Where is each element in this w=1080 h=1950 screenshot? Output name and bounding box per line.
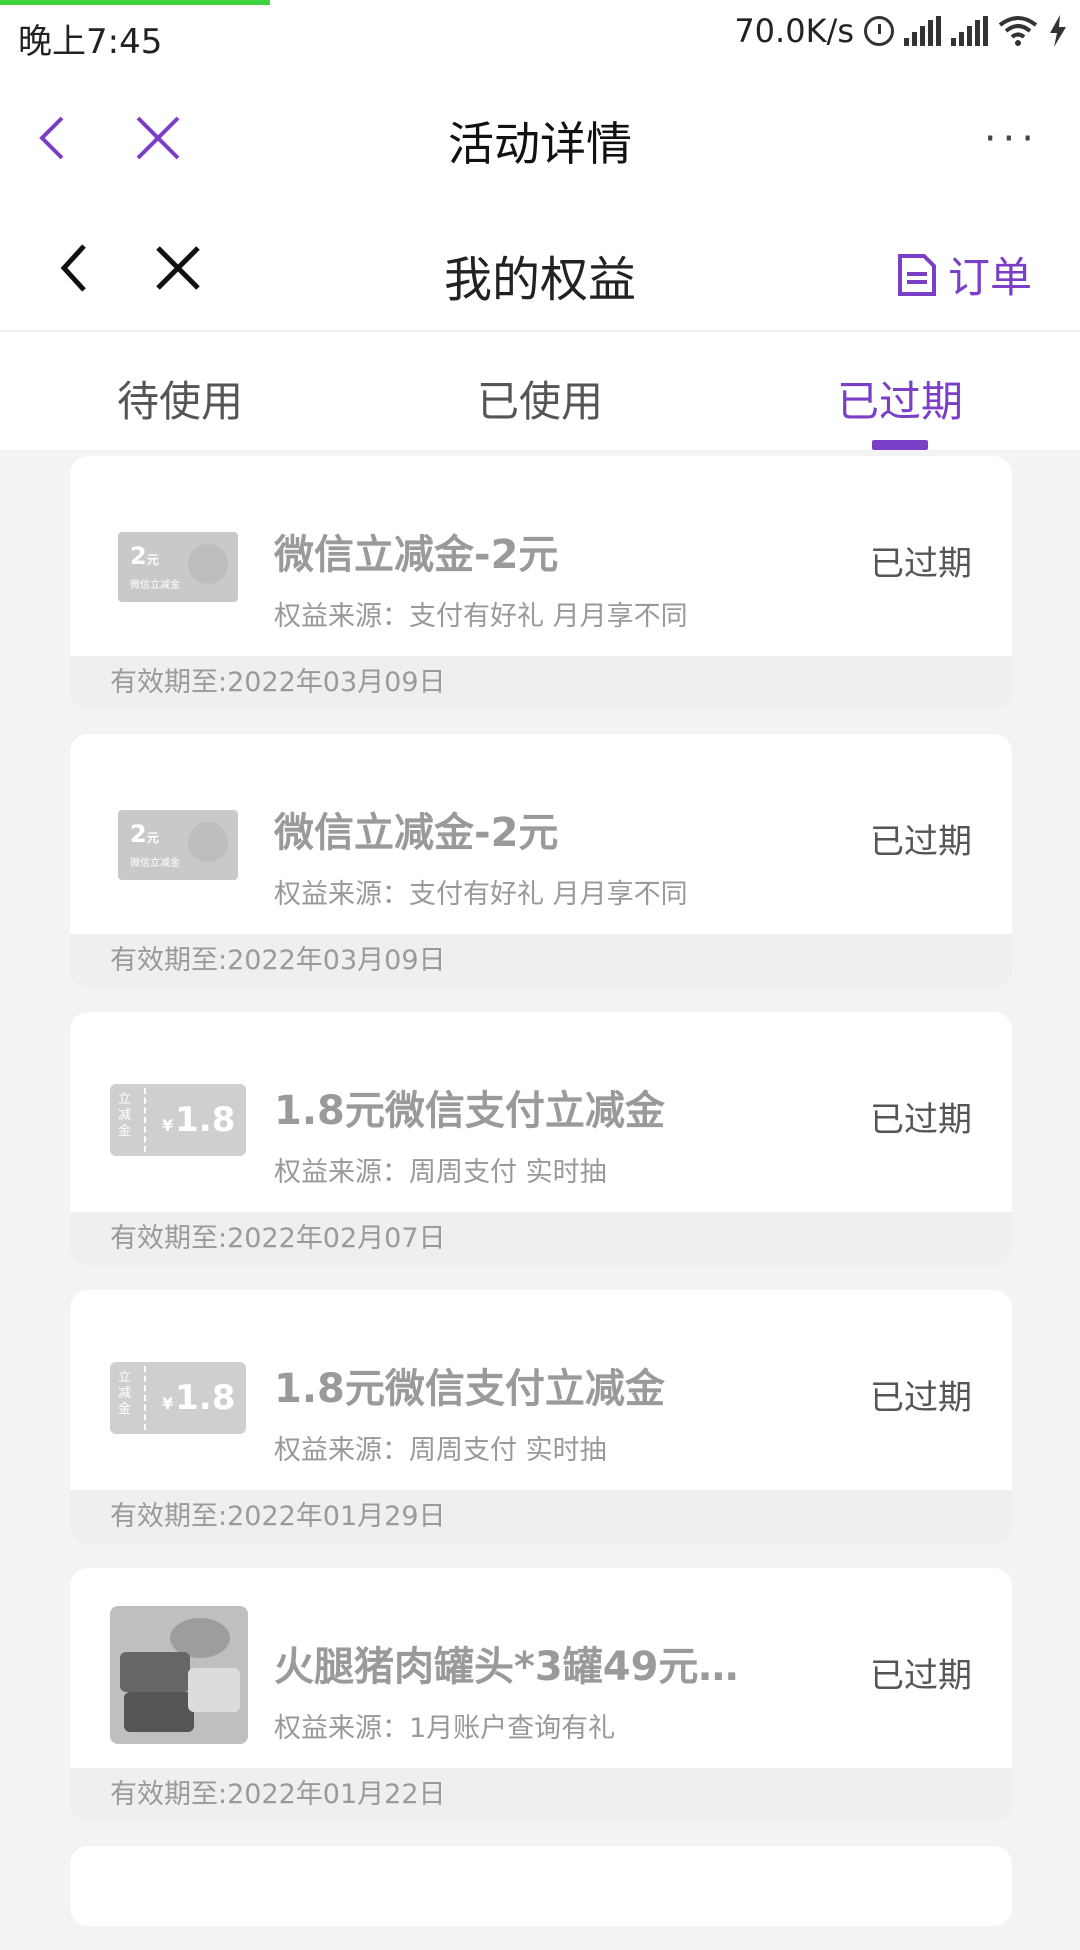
product-image xyxy=(110,1606,248,1744)
outer-page-title: 活动详情 xyxy=(448,117,632,171)
tab-bar: 待使用 已使用 已过期 xyxy=(0,332,1080,450)
status-badge: 已过期 xyxy=(870,1100,972,1140)
benefit-card[interactable]: 立减金 ¥1.8 1.8元微信支付立减金 权益来源：周周支付 实时抽 已过期 有… xyxy=(70,1012,1012,1266)
coupon-thumbnail: 2元 微信立减金 xyxy=(110,806,238,880)
status-badge: 已过期 xyxy=(870,822,972,862)
outer-nav-bar: 活动详情 ··· xyxy=(0,68,1080,204)
benefit-card[interactable] xyxy=(70,1846,1012,1926)
signal-icon xyxy=(951,16,988,46)
benefit-card[interactable]: 火腿猪肉罐头*3罐49元包… 权益来源：1月账户查询有礼 已过期 有效期至:20… xyxy=(70,1568,1012,1822)
coupon-thumbnail: 立减金 ¥1.8 xyxy=(110,1084,246,1156)
card-source: 权益来源：周周支付 实时抽 xyxy=(274,1435,607,1466)
status-badge: 已过期 xyxy=(870,1378,972,1418)
benefit-card[interactable]: 2元 微信立减金 微信立减金-2元 权益来源：支付有好礼 月月享不同 已过期 有… xyxy=(70,734,1012,988)
card-title: 微信立减金-2元 xyxy=(274,810,559,856)
benefit-list: 2元 微信立减金 微信立减金-2元 权益来源：支付有好礼 月月享不同 已过期 有… xyxy=(70,456,1012,1950)
status-badge: 已过期 xyxy=(870,544,972,584)
benefit-card[interactable]: 立减金 ¥1.8 1.8元微信支付立减金 权益来源：周周支付 实时抽 已过期 有… xyxy=(70,1290,1012,1544)
coupon-thumbnail: 立减金 ¥1.8 xyxy=(110,1362,246,1434)
card-title: 1.8元微信支付立减金 xyxy=(274,1366,665,1412)
status-icons: 70.0K/s xyxy=(734,12,1068,50)
loading-progress-bar xyxy=(0,0,270,5)
document-icon xyxy=(897,253,936,296)
network-speed: 70.0K/s xyxy=(734,12,854,50)
status-badge: 已过期 xyxy=(870,1656,972,1696)
validity-date: 有效期至:2022年02月07日 xyxy=(70,1212,1012,1266)
card-title: 1.8元微信支付立减金 xyxy=(274,1088,665,1134)
tab-used[interactable]: 已使用 xyxy=(360,332,720,450)
alarm-icon xyxy=(864,16,894,46)
validity-date: 有效期至:2022年01月22日 xyxy=(70,1768,1012,1822)
card-title: 火腿猪肉罐头*3罐49元包… xyxy=(274,1644,754,1690)
charging-icon xyxy=(1050,15,1066,47)
validity-date: 有效期至:2022年03月09日 xyxy=(70,934,1012,988)
coupon-thumbnail: 2元 微信立减金 xyxy=(110,528,238,602)
validity-date: 有效期至:2022年01月29日 xyxy=(70,1490,1012,1544)
card-source: 权益来源：周周支付 实时抽 xyxy=(274,1157,607,1188)
tab-unused[interactable]: 待使用 xyxy=(0,332,360,450)
card-source: 权益来源：支付有好礼 月月享不同 xyxy=(274,879,688,910)
card-source: 权益来源：支付有好礼 月月享不同 xyxy=(274,601,688,632)
wifi-icon xyxy=(998,16,1038,46)
status-time: 晚上7:45 xyxy=(18,22,163,62)
signal-icon xyxy=(904,16,941,46)
card-title: 微信立减金-2元 xyxy=(274,532,559,578)
orders-label: 订单 xyxy=(947,253,1032,302)
orders-button[interactable]: 订单 xyxy=(896,244,1032,305)
validity-date: 有效期至:2022年03月09日 xyxy=(70,656,1012,710)
status-bar: 晚上7:45 70.0K/s xyxy=(0,0,1080,68)
tab-expired[interactable]: 已过期 xyxy=(720,332,1080,450)
benefit-card[interactable]: 2元 微信立减金 微信立减金-2元 权益来源：支付有好礼 月月享不同 已过期 有… xyxy=(70,456,1012,710)
card-source: 权益来源：1月账户查询有礼 xyxy=(274,1713,616,1744)
inner-nav-bar: 我的权益 订单 xyxy=(0,204,1080,332)
more-menu-button[interactable]: ··· xyxy=(984,116,1040,162)
